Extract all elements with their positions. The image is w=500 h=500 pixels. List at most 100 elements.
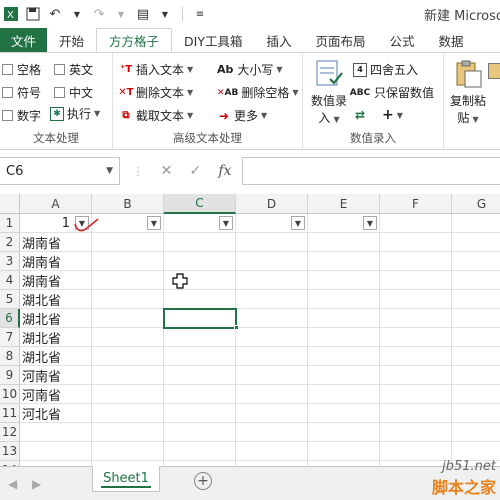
cell-a8[interactable]: 湖北省 [20, 347, 61, 366]
filter-dropdown-d[interactable]: ▼ [291, 216, 305, 230]
cell-a6[interactable]: 湖北省 [20, 309, 61, 328]
cell-a3[interactable]: 湖南省 [20, 252, 61, 271]
row-header-9[interactable]: 9 [0, 366, 20, 385]
checkbox-box[interactable] [54, 64, 65, 75]
row-header-6[interactable]: 6 [0, 309, 20, 328]
fill-handle[interactable] [234, 325, 239, 330]
cancel-icon[interactable]: ✕ [161, 163, 173, 179]
column-header-c[interactable]: C [164, 194, 236, 214]
space-label: 空格 [17, 63, 42, 77]
digit-label: 数字 [17, 109, 42, 123]
save-icon[interactable] [22, 3, 44, 25]
tab-fangfang[interactable]: 方方格子 [96, 28, 173, 52]
value-entry-button[interactable]: 数值录 入 ▼ [311, 59, 347, 126]
row-header-13[interactable]: 13 [0, 442, 20, 461]
cell-a7[interactable]: 湖北省 [20, 328, 61, 347]
execute-label: 执行 [67, 107, 92, 121]
chevron-down-icon: ▼ [276, 65, 283, 74]
tab-diy-toolbox[interactable]: DIY工具箱 [172, 28, 254, 52]
row-header-1[interactable]: 1 [0, 214, 20, 233]
add-sheet-icon[interactable]: + [194, 472, 212, 490]
redo-icon[interactable]: ↷ [88, 3, 110, 25]
row-header-3[interactable]: 3 [0, 252, 20, 271]
checkbox-box[interactable] [2, 110, 13, 121]
name-box[interactable]: C6 ▼ [0, 157, 120, 185]
column-header-f[interactable]: F [380, 194, 452, 214]
group-label: 高级文本处理 [173, 131, 242, 145]
confirm-icon[interactable]: ✓ [190, 163, 202, 179]
more-dots-icon[interactable]: ⋮ [133, 165, 144, 178]
sheet-tab-sheet1[interactable]: Sheet1 [92, 466, 160, 492]
chevron-down-icon: ▼ [396, 110, 403, 120]
insert-text-button[interactable]: ⁺T 插入文本 ▼ [119, 61, 193, 78]
tab-file[interactable]: 文件 [0, 28, 48, 52]
cell-a9[interactable]: 河南省 [20, 366, 61, 385]
digit-checkbox[interactable]: 数字 [2, 107, 41, 124]
row-header-5[interactable]: 5 [0, 290, 20, 309]
filter-dropdown-c[interactable]: ▼ [219, 216, 233, 230]
undo-dropdown-icon[interactable]: ▼ [66, 3, 88, 25]
case-label: 大小写 [237, 63, 274, 77]
english-checkbox[interactable]: 英文 [54, 61, 93, 78]
cell-a11[interactable]: 河北省 [20, 404, 61, 423]
select-all-corner[interactable] [0, 194, 20, 214]
column-header-d[interactable]: D [236, 194, 308, 214]
column-header-a[interactable]: A [20, 194, 92, 214]
chevron-down-icon: ▼ [94, 109, 101, 118]
copy-paste-button[interactable]: 复制粘 贴 ▼ [450, 59, 486, 126]
execute-button[interactable]: ✱ 执行 ▼ [50, 105, 100, 122]
redo-dropdown-icon[interactable]: ▼ [110, 3, 132, 25]
tab-data[interactable]: 数据 [427, 28, 476, 52]
spreadsheet-grid[interactable]: ABCDEFG 1234567891011121314 ▼▼▼▼▼1湖南省湖南省… [0, 194, 500, 466]
checkbox-box[interactable] [2, 87, 13, 98]
selected-cell-c6[interactable] [163, 308, 237, 329]
customize-qat-icon[interactable]: ≡ [189, 3, 211, 25]
cell-a5[interactable]: 湖北省 [20, 290, 61, 309]
round-button[interactable]: 4 四舍五入 [353, 61, 418, 78]
form-dropdown-icon[interactable]: ▼ [154, 3, 176, 25]
arrow-right-icon: ➜ [218, 108, 230, 123]
row-header-4[interactable]: 4 [0, 271, 20, 290]
checkbox-box[interactable] [2, 64, 13, 75]
calc-button[interactable]: ⇄ + ▼ [353, 107, 403, 123]
cell-a1[interactable]: 1 [20, 214, 70, 233]
chinese-checkbox[interactable]: 中文 [54, 84, 93, 101]
cell-a10[interactable]: 河南省 [20, 385, 61, 404]
cell-a2[interactable]: 湖南省 [20, 233, 61, 252]
chevron-down-icon[interactable]: ▼ [106, 166, 113, 176]
more-button[interactable]: ➜ 更多 ▼ [217, 107, 267, 124]
delete-space-button[interactable]: ✕ AB 删除空格 ▼ [217, 84, 299, 101]
calc-plus: + [382, 107, 394, 123]
row-header-7[interactable]: 7 [0, 328, 20, 347]
tab-home[interactable]: 开始 [47, 28, 96, 52]
clipboard-small-icon[interactable] [488, 63, 500, 79]
space-checkbox[interactable]: 空格 [2, 61, 41, 78]
formula-input[interactable] [242, 157, 500, 185]
row-header-11[interactable]: 11 [0, 404, 20, 423]
form-icon[interactable]: ▤ [132, 3, 154, 25]
row-header-8[interactable]: 8 [0, 347, 20, 366]
row-header-10[interactable]: 10 [0, 385, 20, 404]
column-header-b[interactable]: B [92, 194, 164, 214]
column-header-e[interactable]: E [308, 194, 380, 214]
execute-icon: ✱ [50, 106, 64, 121]
delete-text-button[interactable]: ✕T 删除文本 ▼ [118, 84, 193, 101]
undo-icon[interactable]: ↶ [44, 3, 66, 25]
extract-text-button[interactable]: ⧉ 截取文本 ▼ [119, 107, 193, 124]
cell-a4[interactable]: 湖南省 [20, 271, 61, 290]
symbol-checkbox[interactable]: 符号 [2, 84, 41, 101]
tab-insert[interactable]: 插入 [255, 28, 304, 52]
row-header-2[interactable]: 2 [0, 233, 20, 252]
filter-dropdown-b[interactable]: ▼ [147, 216, 161, 230]
next-sheet-icon[interactable]: ▶ [32, 477, 41, 491]
tab-formulas[interactable]: 公式 [378, 28, 427, 52]
keep-value-button[interactable]: ABC 只保留数值 [350, 84, 434, 101]
checkbox-box[interactable] [54, 87, 65, 98]
tab-page-layout[interactable]: 页面布局 [304, 28, 378, 52]
filter-dropdown-e[interactable]: ▼ [363, 216, 377, 230]
prev-sheet-icon[interactable]: ◀ [8, 477, 17, 491]
column-header-g[interactable]: G [452, 194, 500, 214]
insert-function-icon[interactable]: fx [218, 163, 231, 179]
case-button[interactable]: Ab 大小写 ▼ [217, 61, 283, 78]
row-header-12[interactable]: 12 [0, 423, 20, 442]
